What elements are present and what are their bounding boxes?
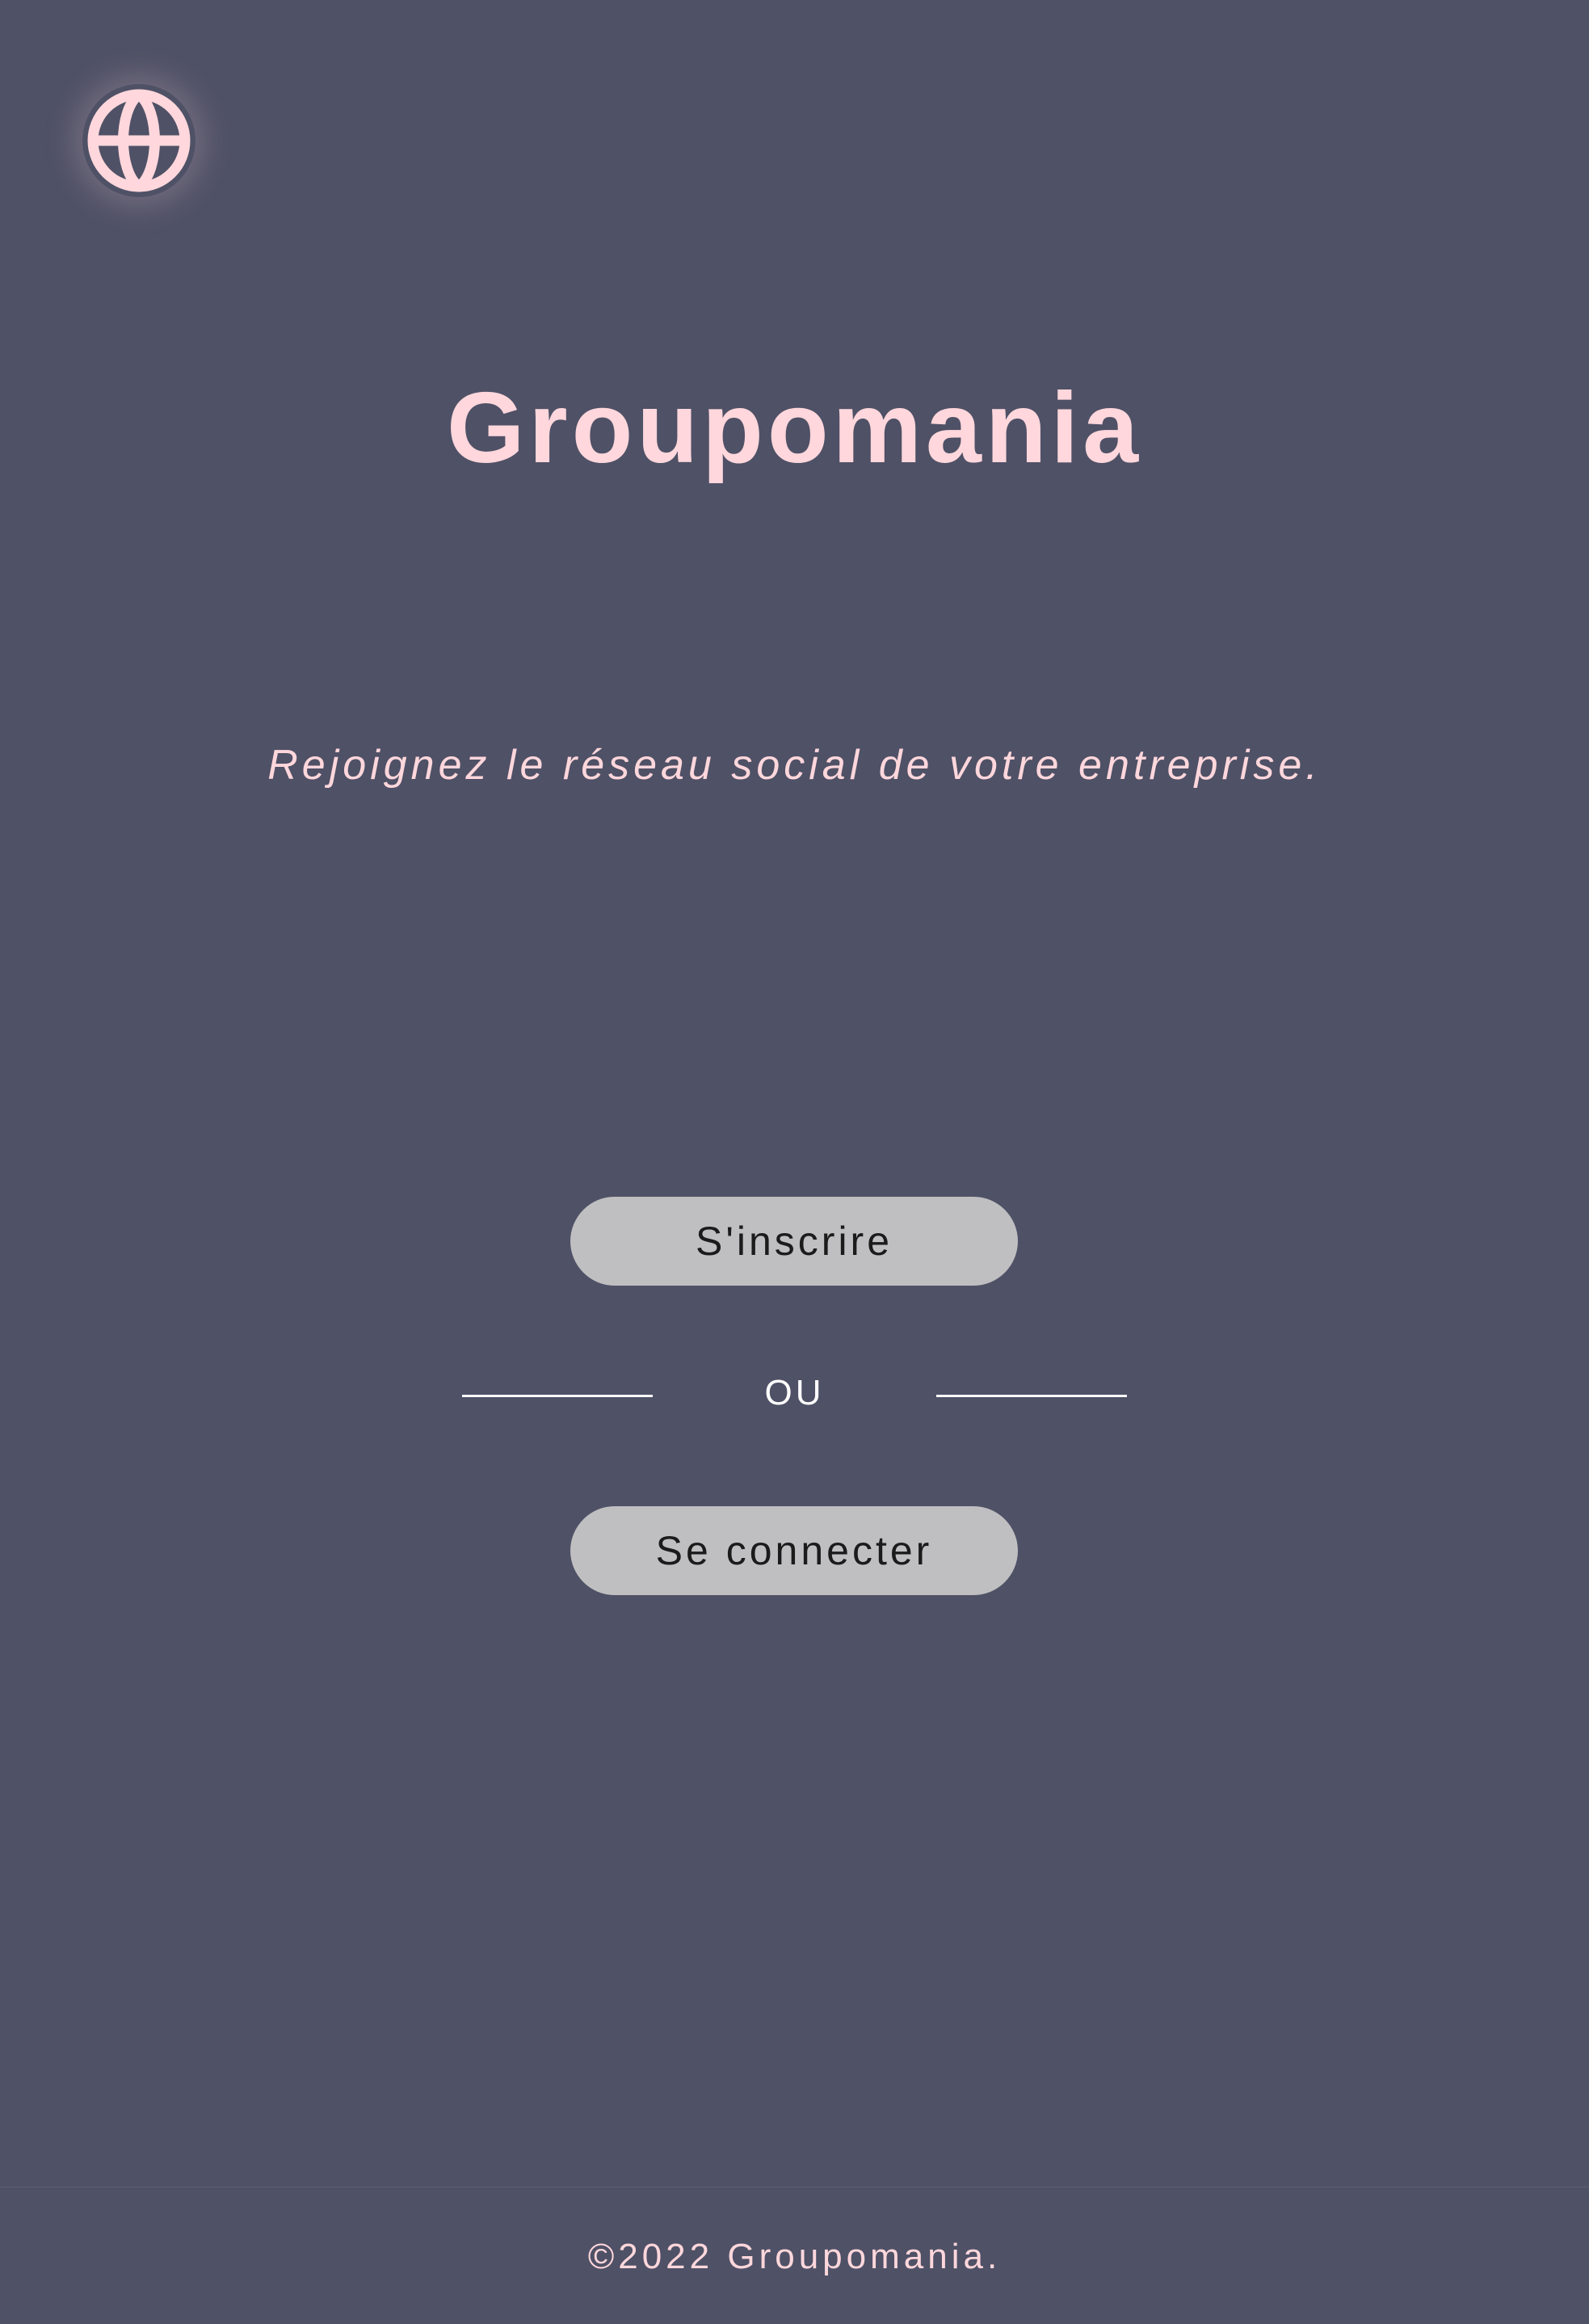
footer: ©2022 Groupomania. bbox=[0, 2187, 1589, 2324]
globe-icon[interactable] bbox=[82, 84, 195, 197]
tagline: Rejoignez le réseau social de votre entr… bbox=[267, 742, 1322, 789]
divider-line-right bbox=[936, 1395, 1127, 1397]
copyright-text: ©2022 Groupomania. bbox=[587, 2237, 1002, 2276]
app-title: Groupomania bbox=[446, 373, 1143, 484]
login-button[interactable]: Se connecter bbox=[570, 1506, 1018, 1595]
landing-page: Groupomania Rejoignez le réseau social d… bbox=[0, 0, 1589, 2323]
separator-label: OU bbox=[764, 1373, 825, 1413]
signup-button[interactable]: S'inscrire bbox=[570, 1197, 1018, 1286]
